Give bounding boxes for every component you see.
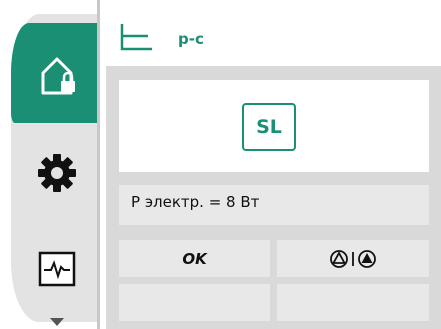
- power-value: P электр. = 8 Вт: [131, 193, 260, 211]
- sidebar-item-home[interactable]: [11, 23, 99, 123]
- heartbeat-monitor-icon: [38, 251, 76, 287]
- gear-icon: [38, 154, 76, 192]
- sidebar-divider: [97, 0, 100, 329]
- empty-cell-left: [119, 284, 270, 321]
- sidebar-item-diagnostics[interactable]: [38, 251, 76, 287]
- pump-mode-button-content: [277, 240, 429, 277]
- constant-pressure-curve-icon: [120, 24, 152, 51]
- pump-display-screen: p-c SL P электр. = 8 Вт OK: [0, 0, 441, 329]
- chevron-down-icon: [50, 318, 64, 326]
- ok-button-label: OK: [182, 249, 207, 268]
- home-lock-icon: [41, 57, 75, 95]
- sidebar-item-more[interactable]: [48, 316, 66, 328]
- control-mode-title: p-c: [178, 30, 204, 48]
- sidebar-item-settings[interactable]: [32, 148, 82, 198]
- mode-badge[interactable]: SL: [242, 103, 296, 151]
- empty-cell-right: [277, 284, 429, 321]
- pump-single-twin-icon: [330, 249, 376, 268]
